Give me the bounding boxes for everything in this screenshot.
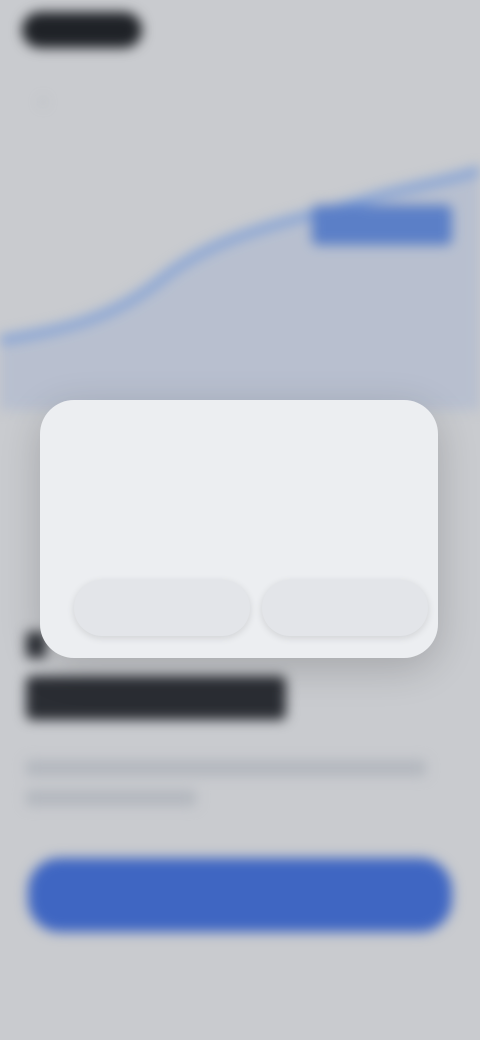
status-bar bbox=[0, 0, 480, 64]
chevron-left-icon[interactable]: ‹ bbox=[40, 92, 58, 110]
chart-value-badge bbox=[312, 205, 452, 245]
status-icons bbox=[354, 22, 454, 40]
body-line bbox=[26, 760, 426, 776]
chart-caption bbox=[322, 316, 438, 332]
dialog-cancel-button[interactable] bbox=[74, 580, 250, 636]
dialog-confirm-button[interactable] bbox=[262, 580, 428, 636]
secondary-link[interactable] bbox=[200, 960, 280, 978]
body-line bbox=[26, 790, 196, 806]
body-text bbox=[26, 760, 426, 820]
headline bbox=[26, 676, 286, 720]
screen: ‹ bbox=[0, 0, 480, 1040]
alert-dialog bbox=[40, 400, 438, 658]
chart-svg bbox=[0, 166, 480, 410]
chart-area bbox=[0, 150, 480, 410]
status-time bbox=[22, 12, 142, 48]
primary-button[interactable] bbox=[28, 858, 452, 932]
